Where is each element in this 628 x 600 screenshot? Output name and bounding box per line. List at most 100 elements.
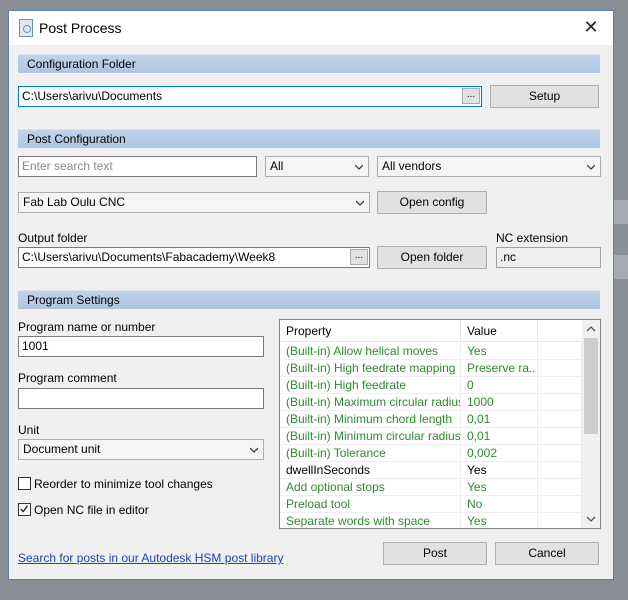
open-nc-checkbox[interactable] <box>18 503 31 516</box>
property-extra-cell <box>538 462 582 479</box>
property-extra-cell <box>538 411 582 428</box>
property-name: Add optional stops <box>280 479 461 496</box>
property-value[interactable]: No <box>461 496 538 513</box>
window-title: Post Process <box>39 20 122 36</box>
reorder-label: Reorder to minimize tool changes <box>34 477 213 491</box>
chevron-down-icon <box>250 447 258 453</box>
property-name: dwellInSeconds <box>280 462 461 479</box>
property-grid-scrollbar[interactable] <box>582 320 600 528</box>
property-row[interactable]: Add optional stops Yes <box>280 479 582 496</box>
cancel-button[interactable]: Cancel <box>495 542 599 565</box>
property-row[interactable]: (Built-in) Minimum circular radius 0,01 <box>280 428 582 445</box>
property-name: (Built-in) Minimum circular radius <box>280 428 461 445</box>
unit-value: Document unit <box>23 442 101 456</box>
program-name-label: Program name or number <box>18 320 156 334</box>
property-name: Separate words with space <box>280 513 461 528</box>
section-post-configuration: Post Configuration <box>18 129 600 148</box>
property-row[interactable]: (Built-in) High feedrate mapping Preserve… <box>280 360 582 377</box>
filter-dropdown[interactable]: All <box>265 156 369 177</box>
output-folder-field[interactable]: C:\Users\arivu\Documents\Fabacademy\Week… <box>18 247 370 268</box>
property-value[interactable]: 0,01 <box>461 428 538 445</box>
vendor-dropdown[interactable]: All vendors <box>377 156 601 177</box>
scroll-down-icon[interactable] <box>586 514 596 524</box>
chevron-down-icon <box>355 164 363 170</box>
property-value[interactable]: Yes <box>461 462 538 479</box>
property-extra-cell <box>538 479 582 496</box>
post-library-link[interactable]: Search for posts in our Autodesk HSM pos… <box>18 551 283 565</box>
config-folder-browse-button[interactable]: ... <box>462 88 480 104</box>
property-row[interactable]: Separate words with space Yes <box>280 513 582 528</box>
property-row[interactable]: (Built-in) High feedrate 0 <box>280 377 582 394</box>
unit-dropdown[interactable]: Document unit <box>18 439 264 460</box>
property-value[interactable]: Preserve ra... <box>461 360 538 377</box>
output-folder-browse-button[interactable]: ... <box>350 249 368 265</box>
post-button[interactable]: Post <box>383 542 487 565</box>
post-value: Fab Lab Oulu CNC <box>23 195 126 209</box>
property-row[interactable]: (Built-in) Allow helical moves Yes <box>280 343 582 360</box>
property-value[interactable]: 0,002 <box>461 445 538 462</box>
open-folder-button[interactable]: Open folder <box>377 246 487 269</box>
program-name-value: 1001 <box>22 339 49 353</box>
property-extra-cell <box>538 496 582 513</box>
property-extra-cell <box>538 445 582 462</box>
background-strip <box>614 200 628 224</box>
vendor-value: All vendors <box>382 159 442 173</box>
property-extra-cell <box>538 377 582 394</box>
property-value[interactable]: 1000 <box>461 394 538 411</box>
search-input[interactable]: Enter search text <box>18 156 257 177</box>
title-bar: Post Process ✕ <box>9 11 613 45</box>
search-placeholder: Enter search text <box>22 159 113 173</box>
setup-button[interactable]: Setup <box>490 85 599 108</box>
property-grid-header: Property Value <box>280 320 582 342</box>
reorder-checkbox[interactable] <box>18 477 31 490</box>
property-value[interactable]: Yes <box>461 343 538 360</box>
program-name-input[interactable]: 1001 <box>18 336 264 357</box>
property-row[interactable]: (Built-in) Minimum chord length 0,01 <box>280 411 582 428</box>
scroll-up-icon[interactable] <box>586 324 596 334</box>
config-folder-path: C:\Users\arivu\Documents <box>22 89 163 103</box>
property-value[interactable]: Yes <box>461 513 538 528</box>
chevron-down-icon <box>587 164 595 170</box>
property-name: (Built-in) High feedrate <box>280 377 461 394</box>
property-name: (Built-in) High feedrate mapping <box>280 360 461 377</box>
property-name: (Built-in) Allow helical moves <box>280 343 461 360</box>
property-row[interactable]: (Built-in) Maximum circular radius 1000 <box>280 394 582 411</box>
scrollbar-thumb[interactable] <box>584 338 598 434</box>
program-comment-input[interactable] <box>18 388 264 409</box>
property-value[interactable]: 0,01 <box>461 411 538 428</box>
app-icon <box>19 19 33 37</box>
property-name: (Built-in) Minimum chord length <box>280 411 461 428</box>
nc-extension-value: .nc <box>500 250 517 264</box>
config-folder-field[interactable]: C:\Users\arivu\Documents <box>18 86 482 107</box>
output-folder-path: C:\Users\arivu\Documents\Fabacademy\Week… <box>22 250 276 264</box>
section-configuration-folder: Configuration Folder <box>18 54 600 73</box>
filter-value: All <box>270 159 284 173</box>
close-icon[interactable]: ✕ <box>579 15 603 39</box>
property-extra-cell <box>538 513 582 528</box>
nc-extension-label: NC extension <box>496 231 569 245</box>
column-header-property[interactable]: Property <box>280 320 461 342</box>
post-dropdown[interactable]: Fab Lab Oulu CNC <box>18 192 370 213</box>
chevron-down-icon <box>356 200 364 206</box>
property-value[interactable]: Yes <box>461 479 538 496</box>
output-folder-label: Output folder <box>18 231 88 245</box>
property-row[interactable]: Preload tool No <box>280 496 582 513</box>
property-name: (Built-in) Tolerance <box>280 445 461 462</box>
property-extra-cell <box>538 428 582 445</box>
property-extra-cell <box>538 343 582 360</box>
property-extra-cell <box>538 360 582 377</box>
property-value[interactable]: 0 <box>461 377 538 394</box>
property-row[interactable]: (Built-in) Tolerance 0,002 <box>280 445 582 462</box>
unit-label: Unit <box>18 423 40 437</box>
column-header-value[interactable]: Value <box>461 320 538 342</box>
property-name: (Built-in) Maximum circular radius <box>280 394 461 411</box>
property-extra-cell <box>538 394 582 411</box>
program-comment-label: Program comment <box>18 371 117 385</box>
property-grid[interactable]: Property Value (Built-in) Allow helical … <box>279 319 601 529</box>
post-process-dialog: Post Process ✕ Configuration Folder C:\U… <box>8 10 614 580</box>
checkmark-icon <box>20 505 29 513</box>
section-program-settings: Program Settings <box>18 290 600 309</box>
open-config-button[interactable]: Open config <box>377 191 487 214</box>
property-row[interactable]: dwellInSeconds Yes <box>280 462 582 479</box>
nc-extension-field[interactable]: .nc <box>496 247 601 268</box>
